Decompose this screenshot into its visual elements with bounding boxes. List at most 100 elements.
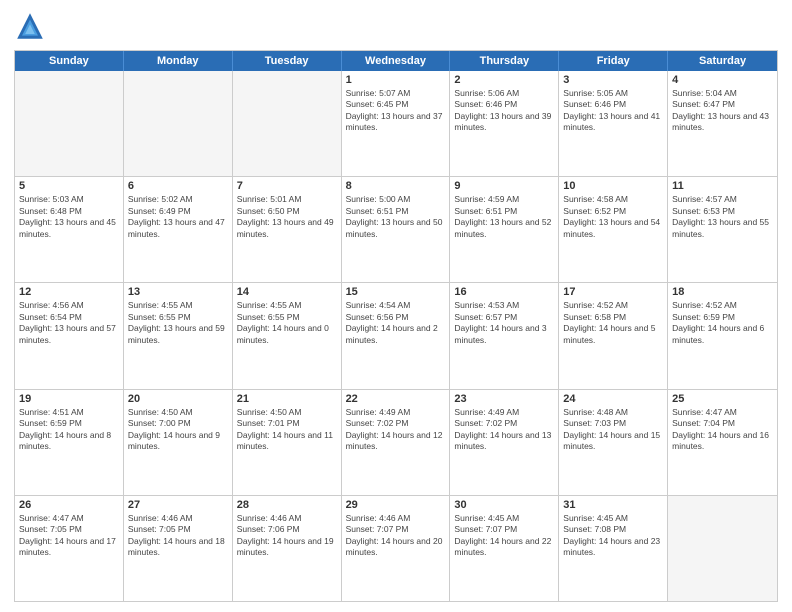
day-info: Sunrise: 5:03 AM Sunset: 6:48 PM Dayligh… — [19, 194, 119, 240]
day-info: Sunrise: 4:57 AM Sunset: 6:53 PM Dayligh… — [672, 194, 773, 240]
day-number: 2 — [454, 74, 554, 86]
day-cell-11: 11 Sunrise: 4:57 AM Sunset: 6:53 PM Dayli… — [668, 177, 777, 282]
logo-icon — [14, 10, 46, 42]
header-day-saturday: Saturday — [668, 51, 777, 71]
day-number: 12 — [19, 286, 119, 298]
day-number: 22 — [346, 393, 446, 405]
day-number: 25 — [672, 393, 773, 405]
day-cell-2: 2 Sunrise: 5:06 AM Sunset: 6:46 PM Daylig… — [450, 71, 559, 176]
logo — [14, 10, 50, 42]
empty-cell — [668, 496, 777, 601]
header-day-monday: Monday — [124, 51, 233, 71]
calendar-header: SundayMondayTuesdayWednesdayThursdayFrid… — [15, 51, 777, 71]
day-info: Sunrise: 4:48 AM Sunset: 7:03 PM Dayligh… — [563, 407, 663, 453]
calendar-row-1: 5 Sunrise: 5:03 AM Sunset: 6:48 PM Daylig… — [15, 176, 777, 282]
day-number: 31 — [563, 499, 663, 511]
day-number: 18 — [672, 286, 773, 298]
day-number: 10 — [563, 180, 663, 192]
empty-cell — [15, 71, 124, 176]
day-number: 7 — [237, 180, 337, 192]
day-cell-16: 16 Sunrise: 4:53 AM Sunset: 6:57 PM Dayli… — [450, 283, 559, 388]
day-cell-24: 24 Sunrise: 4:48 AM Sunset: 7:03 PM Dayli… — [559, 390, 668, 495]
day-number: 20 — [128, 393, 228, 405]
day-info: Sunrise: 4:54 AM Sunset: 6:56 PM Dayligh… — [346, 300, 446, 346]
day-cell-21: 21 Sunrise: 4:50 AM Sunset: 7:01 PM Dayli… — [233, 390, 342, 495]
calendar-row-2: 12 Sunrise: 4:56 AM Sunset: 6:54 PM Dayli… — [15, 282, 777, 388]
day-number: 17 — [563, 286, 663, 298]
header — [14, 10, 778, 42]
day-info: Sunrise: 4:53 AM Sunset: 6:57 PM Dayligh… — [454, 300, 554, 346]
day-cell-15: 15 Sunrise: 4:54 AM Sunset: 6:56 PM Dayli… — [342, 283, 451, 388]
day-cell-23: 23Sunrise: 4:49 AM Sunset: 7:02 PM Dayli… — [450, 390, 559, 495]
day-cell-17: 17Sunrise: 4:52 AM Sunset: 6:58 PM Dayli… — [559, 283, 668, 388]
day-info: Sunrise: 4:46 AM Sunset: 7:06 PM Dayligh… — [237, 513, 337, 559]
day-number: 9 — [454, 180, 554, 192]
day-info: Sunrise: 4:45 AM Sunset: 7:08 PM Dayligh… — [563, 513, 663, 559]
day-cell-13: 13 Sunrise: 4:55 AM Sunset: 6:55 PM Dayli… — [124, 283, 233, 388]
day-info: Sunrise: 4:55 AM Sunset: 6:55 PM Dayligh… — [128, 300, 228, 346]
header-day-thursday: Thursday — [450, 51, 559, 71]
calendar-body: 1 Sunrise: 5:07 AM Sunset: 6:45 PM Daylig… — [15, 71, 777, 601]
day-info: Sunrise: 5:01 AM Sunset: 6:50 PM Dayligh… — [237, 194, 337, 240]
day-cell-31: 31 Sunrise: 4:45 AM Sunset: 7:08 PM Dayli… — [559, 496, 668, 601]
page: SundayMondayTuesdayWednesdayThursdayFrid… — [0, 0, 792, 612]
day-info: Sunrise: 4:46 AM Sunset: 7:07 PM Dayligh… — [346, 513, 446, 559]
day-number: 3 — [563, 74, 663, 86]
day-info: Sunrise: 4:46 AM Sunset: 7:05 PM Dayligh… — [128, 513, 228, 559]
calendar-row-0: 1 Sunrise: 5:07 AM Sunset: 6:45 PM Daylig… — [15, 71, 777, 176]
day-info: Sunrise: 4:56 AM Sunset: 6:54 PM Dayligh… — [19, 300, 119, 346]
day-info: Sunrise: 4:55 AM Sunset: 6:55 PM Dayligh… — [237, 300, 337, 346]
day-info: Sunrise: 4:50 AM Sunset: 7:01 PM Dayligh… — [237, 407, 337, 453]
day-info: Sunrise: 5:07 AM Sunset: 6:45 PM Dayligh… — [346, 88, 446, 134]
calendar-row-4: 26Sunrise: 4:47 AM Sunset: 7:05 PM Dayli… — [15, 495, 777, 601]
day-info: Sunrise: 5:04 AM Sunset: 6:47 PM Dayligh… — [672, 88, 773, 134]
day-info: Sunrise: 4:50 AM Sunset: 7:00 PM Dayligh… — [128, 407, 228, 453]
day-number: 13 — [128, 286, 228, 298]
day-info: Sunrise: 4:58 AM Sunset: 6:52 PM Dayligh… — [563, 194, 663, 240]
day-info: Sunrise: 5:05 AM Sunset: 6:46 PM Dayligh… — [563, 88, 663, 134]
day-number: 30 — [454, 499, 554, 511]
day-info: Sunrise: 4:49 AM Sunset: 7:02 PM Dayligh… — [454, 407, 554, 453]
day-cell-3: 3 Sunrise: 5:05 AM Sunset: 6:46 PM Daylig… — [559, 71, 668, 176]
day-number: 11 — [672, 180, 773, 192]
day-cell-29: 29 Sunrise: 4:46 AM Sunset: 7:07 PM Dayli… — [342, 496, 451, 601]
day-cell-25: 25Sunrise: 4:47 AM Sunset: 7:04 PM Dayli… — [668, 390, 777, 495]
day-cell-8: 8 Sunrise: 5:00 AM Sunset: 6:51 PM Daylig… — [342, 177, 451, 282]
day-number: 15 — [346, 286, 446, 298]
day-cell-27: 27 Sunrise: 4:46 AM Sunset: 7:05 PM Dayli… — [124, 496, 233, 601]
day-number: 8 — [346, 180, 446, 192]
day-info: Sunrise: 5:00 AM Sunset: 6:51 PM Dayligh… — [346, 194, 446, 240]
empty-cell — [233, 71, 342, 176]
day-info: Sunrise: 4:52 AM Sunset: 6:59 PM Dayligh… — [672, 300, 773, 346]
day-cell-22: 22 Sunrise: 4:49 AM Sunset: 7:02 PM Dayli… — [342, 390, 451, 495]
day-number: 1 — [346, 74, 446, 86]
day-info: Sunrise: 4:45 AM Sunset: 7:07 PM Dayligh… — [454, 513, 554, 559]
day-number: 27 — [128, 499, 228, 511]
day-cell-14: 14Sunrise: 4:55 AM Sunset: 6:55 PM Dayli… — [233, 283, 342, 388]
day-info: Sunrise: 5:06 AM Sunset: 6:46 PM Dayligh… — [454, 88, 554, 134]
day-number: 24 — [563, 393, 663, 405]
day-cell-12: 12 Sunrise: 4:56 AM Sunset: 6:54 PM Dayli… — [15, 283, 124, 388]
day-number: 29 — [346, 499, 446, 511]
day-number: 21 — [237, 393, 337, 405]
day-cell-6: 6 Sunrise: 5:02 AM Sunset: 6:49 PM Daylig… — [124, 177, 233, 282]
day-cell-30: 30 Sunrise: 4:45 AM Sunset: 7:07 PM Dayli… — [450, 496, 559, 601]
day-cell-20: 20 Sunrise: 4:50 AM Sunset: 7:00 PM Dayli… — [124, 390, 233, 495]
day-number: 6 — [128, 180, 228, 192]
day-number: 5 — [19, 180, 119, 192]
day-cell-10: 10 Sunrise: 4:58 AM Sunset: 6:52 PM Dayli… — [559, 177, 668, 282]
header-day-tuesday: Tuesday — [233, 51, 342, 71]
header-day-wednesday: Wednesday — [342, 51, 451, 71]
day-info: Sunrise: 5:02 AM Sunset: 6:49 PM Dayligh… — [128, 194, 228, 240]
day-number: 4 — [672, 74, 773, 86]
calendar-row-3: 19Sunrise: 4:51 AM Sunset: 6:59 PM Dayli… — [15, 389, 777, 495]
day-number: 16 — [454, 286, 554, 298]
day-cell-4: 4 Sunrise: 5:04 AM Sunset: 6:47 PM Daylig… — [668, 71, 777, 176]
day-info: Sunrise: 4:49 AM Sunset: 7:02 PM Dayligh… — [346, 407, 446, 453]
day-cell-28: 28Sunrise: 4:46 AM Sunset: 7:06 PM Dayli… — [233, 496, 342, 601]
day-number: 19 — [19, 393, 119, 405]
day-cell-19: 19Sunrise: 4:51 AM Sunset: 6:59 PM Dayli… — [15, 390, 124, 495]
day-cell-1: 1 Sunrise: 5:07 AM Sunset: 6:45 PM Daylig… — [342, 71, 451, 176]
header-day-friday: Friday — [559, 51, 668, 71]
header-day-sunday: Sunday — [15, 51, 124, 71]
